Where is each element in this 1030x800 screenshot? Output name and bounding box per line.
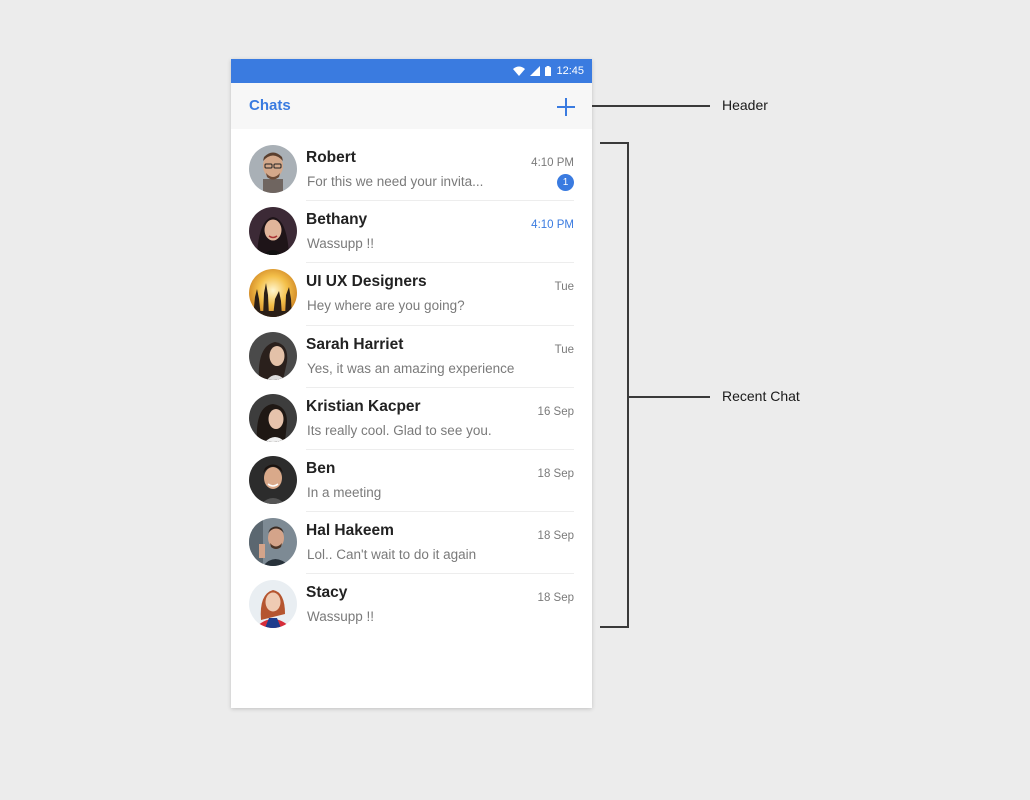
recent-chat-list: Robert For this we need your invita... 4… xyxy=(231,139,592,637)
avatar xyxy=(249,331,297,380)
avatar xyxy=(249,269,297,318)
chat-preview: Wassupp !! xyxy=(307,609,375,625)
chat-preview: Its really cool. Glad to see you. xyxy=(307,422,492,438)
bracket-pointer xyxy=(628,396,710,398)
chat-row[interactable]: Kristian Kacper Its really cool. Glad to… xyxy=(231,388,592,450)
chat-name: Stacy xyxy=(306,584,348,602)
recent-chat-annotation: Recent Chat xyxy=(722,388,800,404)
chat-time: 16 Sep xyxy=(537,405,574,418)
chat-preview: For this we need your invita... xyxy=(307,174,484,189)
chat-row[interactable]: Hal Hakeem Lol.. Can't wait to do it aga… xyxy=(231,512,592,575)
chat-preview: Wassupp !! xyxy=(307,236,375,252)
chat-row[interactable]: Stacy Wassupp !! 18 Sep xyxy=(231,574,592,636)
avatar xyxy=(249,145,297,193)
avatar xyxy=(249,393,297,442)
chat-name: Bethany xyxy=(306,211,368,229)
avatar xyxy=(249,207,297,256)
battery-icon xyxy=(545,66,552,76)
avatar xyxy=(249,518,297,567)
chat-time: 18 Sep xyxy=(537,467,574,480)
page-title: Chats xyxy=(249,97,291,114)
wifi-icon xyxy=(513,66,526,76)
app-header: Chats xyxy=(231,83,592,129)
chat-time: Tue xyxy=(554,343,574,356)
chat-name: Robert xyxy=(306,149,356,166)
chat-name: Kristian Kacper xyxy=(306,397,421,415)
avatar xyxy=(249,580,297,629)
chat-row[interactable]: Sarah Harriet Yes, it was an amazing exp… xyxy=(231,326,592,388)
chat-name: Ben xyxy=(306,459,336,477)
chat-name: Sarah Harriet xyxy=(306,335,404,353)
chat-row[interactable]: Robert For this we need your invita... 4… xyxy=(231,139,592,202)
bracket-top xyxy=(600,142,628,144)
unread-badge: 1 xyxy=(557,174,574,191)
chat-preview: Hey where are you going? xyxy=(307,298,465,314)
chat-preview: In a meeting xyxy=(307,484,382,500)
chat-name: Hal Hakeem xyxy=(306,522,394,540)
chat-time: 4:10 PM xyxy=(531,219,574,232)
chat-time: 18 Sep xyxy=(537,530,574,543)
chat-row[interactable]: Bethany Wassupp !! 4:10 PM xyxy=(231,201,592,264)
header-annotation: Header xyxy=(722,97,768,113)
plus-icon xyxy=(557,98,575,116)
bracket-bottom xyxy=(600,626,628,628)
chat-time: Tue xyxy=(554,281,574,294)
chat-name: UI UX Designers xyxy=(306,273,427,291)
status-bar: 12:45 xyxy=(231,59,592,83)
chat-row[interactable]: UI UX Designers Hey where are you going?… xyxy=(231,263,592,326)
bracket-vertical xyxy=(627,142,629,628)
chat-time: 4:10 PM xyxy=(531,157,574,169)
signal-icon xyxy=(530,66,541,76)
status-time: 12:45 xyxy=(556,65,584,77)
chat-preview: Lol.. Can't wait to do it again xyxy=(307,547,477,563)
chat-row[interactable]: Ben In a meeting 18 Sep xyxy=(231,450,592,513)
avatar xyxy=(249,455,297,504)
phone-frame: 12:45 Chats Robert For this we need your… xyxy=(231,59,592,708)
header-pointer-line xyxy=(592,105,710,107)
chat-time: 18 Sep xyxy=(537,592,574,605)
new-chat-button[interactable] xyxy=(555,96,577,118)
chat-preview: Yes, it was an amazing experience xyxy=(307,360,515,376)
